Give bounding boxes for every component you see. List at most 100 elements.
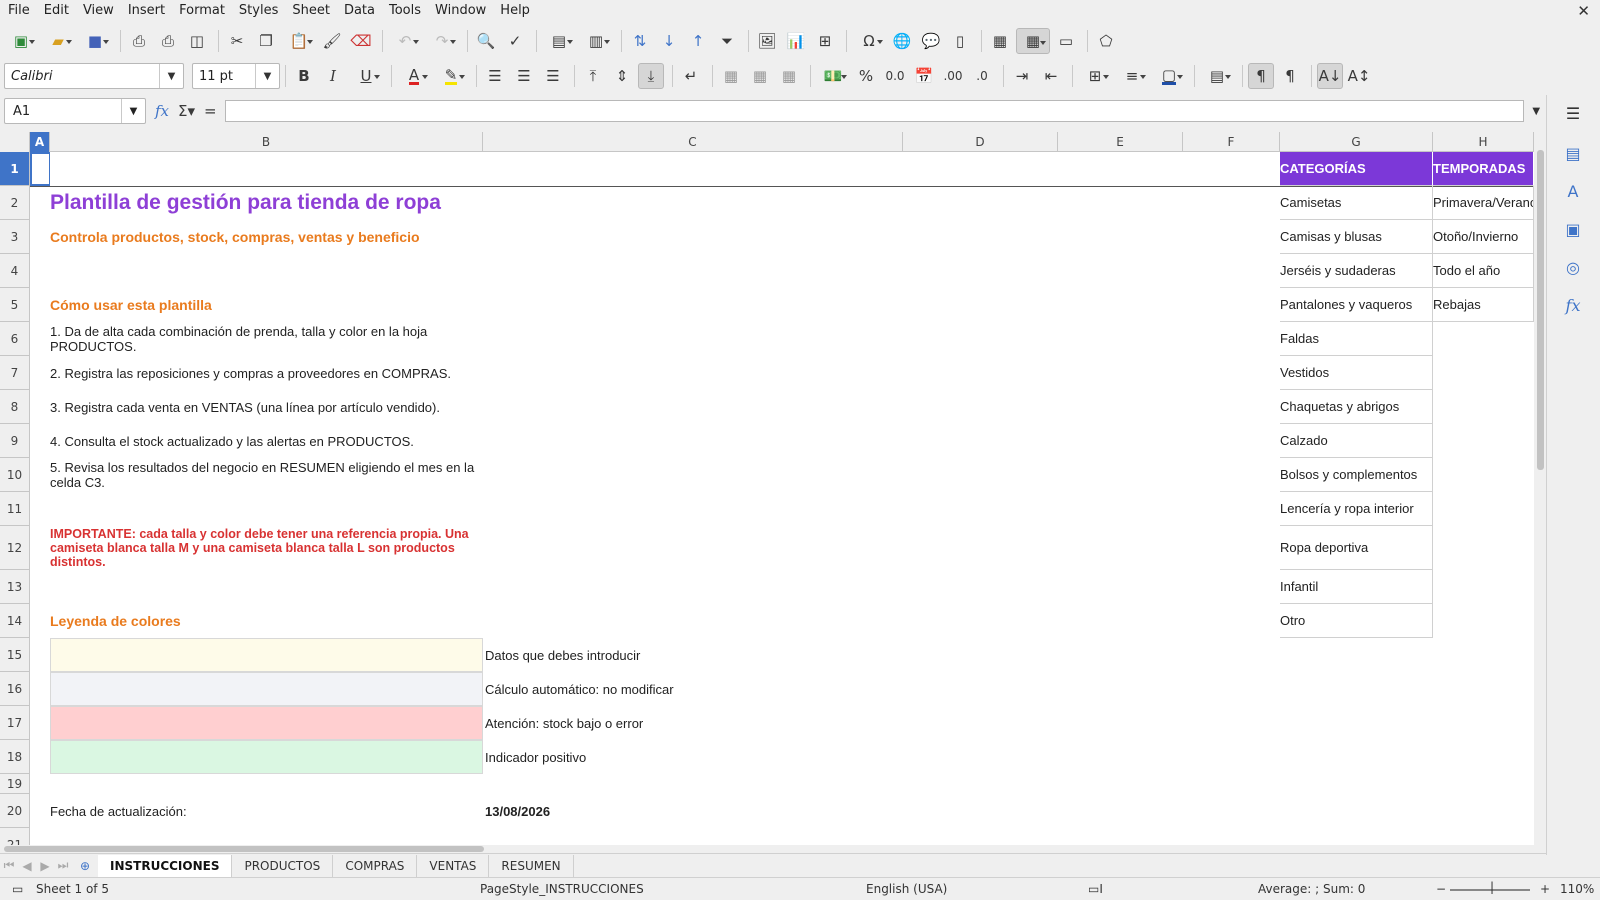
row-header[interactable]: 4 — [0, 254, 29, 288]
zoom-level[interactable]: 110% — [1560, 882, 1594, 896]
header-footer-icon[interactable]: ▯ — [947, 28, 973, 54]
print-preview-icon[interactable]: ◫ — [184, 28, 210, 54]
zoom-thumb[interactable]: | — [1490, 880, 1494, 894]
split-window-icon[interactable]: ▭ — [1053, 28, 1079, 54]
text-language[interactable]: English (USA) — [866, 882, 947, 896]
text-direction-tb-icon[interactable]: A↕ — [1346, 63, 1372, 89]
chevron-down-icon[interactable]: ▼ — [159, 64, 183, 88]
merge-center-icon[interactable]: ▦ — [718, 63, 744, 89]
menu-sheet[interactable]: Sheet — [285, 0, 337, 22]
highlight-color-icon[interactable]: ✎ — [434, 63, 468, 89]
align-left-icon[interactable]: ☰ — [482, 63, 508, 89]
row-header[interactable]: 16 — [0, 672, 29, 706]
number-format-icon[interactable]: 0.0 — [882, 63, 908, 89]
redo-icon[interactable]: ↷ — [425, 28, 459, 54]
menu-data[interactable]: Data — [337, 0, 382, 22]
menu-edit[interactable]: Edit — [37, 0, 76, 22]
chevron-down-icon[interactable]: ▼ — [120, 99, 145, 123]
autofilter-icon[interactable]: ⏷ — [714, 28, 740, 54]
sheet-tab-resumen[interactable]: RESUMEN — [489, 854, 574, 877]
undo-icon[interactable]: ↶ — [388, 28, 422, 54]
menu-format[interactable]: Format — [172, 0, 232, 22]
decrease-indent-icon[interactable]: ⇤ — [1038, 63, 1064, 89]
row-header[interactable]: 21 — [0, 828, 29, 847]
font-size-box[interactable]: 11 pt ▼ — [192, 63, 280, 89]
row-header[interactable]: 19 — [0, 774, 29, 794]
spelling-icon[interactable]: ✓ — [502, 28, 528, 54]
bold-icon[interactable]: B — [291, 63, 317, 89]
page-style[interactable]: PageStyle_INSTRUCCIONES — [480, 882, 644, 896]
row-header[interactable]: 9 — [0, 424, 29, 458]
borders-icon[interactable]: ⊞ — [1078, 63, 1112, 89]
save-icon[interactable]: ■ — [78, 28, 112, 54]
insert-chart-icon[interactable]: 📊 — [783, 28, 809, 54]
show-draw-functions-icon[interactable]: ⬠ — [1093, 28, 1119, 54]
zoom-out-icon[interactable]: − — [1436, 882, 1446, 896]
row-header[interactable]: 14 — [0, 604, 29, 638]
gallery-icon[interactable]: ▣ — [1561, 217, 1585, 241]
prev-sheet-icon[interactable]: ◀ — [18, 859, 36, 873]
row-header[interactable]: 7 — [0, 356, 29, 390]
row-header[interactable]: 8 — [0, 390, 29, 424]
column-header-e[interactable]: E — [1058, 132, 1183, 152]
function-wizard-icon[interactable]: fx — [155, 102, 169, 120]
font-color-icon[interactable]: A — [397, 63, 431, 89]
row-header[interactable]: 11 — [0, 492, 29, 526]
formula-input[interactable] — [224, 100, 1525, 122]
new-document-icon[interactable]: ▣ — [4, 28, 38, 54]
column-header-d[interactable]: D — [903, 132, 1058, 152]
left-to-right-icon[interactable]: ¶ — [1248, 63, 1274, 89]
add-decimal-icon[interactable]: .00 — [940, 63, 966, 89]
selection-mode-icon[interactable]: ▭I — [1088, 882, 1103, 896]
vertical-scroll-thumb[interactable] — [1537, 150, 1544, 470]
navigator-icon[interactable]: ◎ — [1561, 255, 1585, 279]
open-folder-icon[interactable]: ▰ — [41, 28, 75, 54]
export-pdf-icon[interactable]: ⎙ — [126, 28, 152, 54]
find-replace-icon[interactable]: 🔍 — [473, 28, 499, 54]
cell-cursor-a1[interactable] — [30, 152, 50, 186]
row-header[interactable]: 2 — [0, 186, 29, 220]
column-header-g[interactable]: G — [1280, 132, 1433, 152]
clone-formatting-icon[interactable]: 🖌 — [319, 28, 345, 54]
row-header[interactable]: 13 — [0, 570, 29, 604]
row-header[interactable]: 15 — [0, 638, 29, 672]
sheet-tab-instrucciones[interactable]: INSTRUCCIONES — [98, 854, 233, 877]
sort-ascending-icon[interactable]: ↓ — [656, 28, 682, 54]
sheet-tab-ventas[interactable]: VENTAS — [417, 854, 490, 877]
right-to-left-icon[interactable]: ¶ — [1277, 63, 1303, 89]
sheet-tab-compras[interactable]: COMPRAS — [333, 854, 418, 877]
column-header-b[interactable]: B — [50, 132, 483, 152]
align-center-icon[interactable]: ☰ — [511, 63, 537, 89]
delete-decimal-icon[interactable]: .0 — [969, 63, 995, 89]
insert-image-icon[interactable]: 🖼 — [754, 28, 780, 54]
sidebar-menu-icon[interactable]: ☰ — [1561, 101, 1585, 125]
sort-descending-icon[interactable]: ↑ — [685, 28, 711, 54]
pivot-table-icon[interactable]: ⊞ — [812, 28, 838, 54]
italic-icon[interactable]: I — [320, 63, 346, 89]
percent-format-icon[interactable]: % — [853, 63, 879, 89]
menu-insert[interactable]: Insert — [121, 0, 172, 22]
expand-formula-bar-icon[interactable]: ▼ — [1532, 106, 1540, 117]
column-header-h[interactable]: H — [1433, 132, 1534, 152]
print-icon[interactable]: ⎙ — [155, 28, 181, 54]
properties-icon[interactable]: ▤ — [1561, 141, 1585, 165]
unmerge-cells-icon[interactable]: ▦ — [776, 63, 802, 89]
underline-icon[interactable]: U — [349, 63, 383, 89]
comment-icon[interactable]: 💬 — [918, 28, 944, 54]
close-document-icon[interactable]: ✕ — [1577, 2, 1590, 20]
conditional-format-icon[interactable]: ▤ — [1200, 63, 1234, 89]
formula-icon[interactable]: = — [204, 102, 217, 120]
menu-tools[interactable]: Tools — [382, 0, 428, 22]
row-header[interactable]: 18 — [0, 740, 29, 774]
column-icon[interactable]: ▥ — [579, 28, 613, 54]
menu-file[interactable]: File — [0, 0, 37, 22]
border-style-icon[interactable]: ≡ — [1115, 63, 1149, 89]
sort-icon[interactable]: ⇅ — [627, 28, 653, 54]
first-sheet-icon[interactable]: ⏮ — [0, 858, 18, 873]
clear-formatting-icon[interactable]: ⌫ — [348, 28, 374, 54]
column-header-a[interactable]: A — [30, 132, 50, 152]
functions-icon[interactable]: fx — [1561, 293, 1585, 317]
column-header-f[interactable]: F — [1183, 132, 1280, 152]
row-header[interactable]: 6 — [0, 322, 29, 356]
sheet-tab-productos[interactable]: PRODUCTOS — [232, 854, 334, 877]
